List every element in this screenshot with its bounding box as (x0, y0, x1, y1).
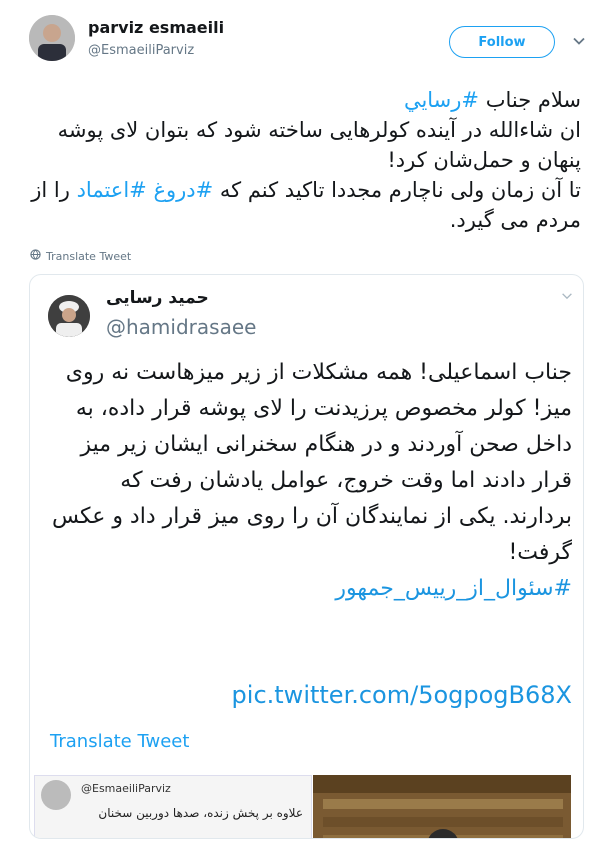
author-name[interactable]: parviz esmaeili (88, 18, 224, 37)
parliament-photo-image (313, 775, 571, 838)
tweet-line1: سلام جناب (479, 88, 581, 112)
hashtag-link[interactable]: #رسایي (404, 88, 479, 112)
media-thumbnail-photo[interactable] (313, 775, 571, 838)
chevron-down-icon[interactable] (560, 288, 574, 302)
globe-icon (30, 249, 41, 263)
author-avatar[interactable] (29, 15, 75, 61)
media-link[interactable]: pic.twitter.com/5ogpogB68X (50, 681, 572, 709)
quoted-body: جناب اسماعیلی! همه مشکلات از زیر میزهاست… (52, 360, 572, 565)
author-handle[interactable]: @EsmaeiliParviz (88, 43, 194, 58)
hashtag-link[interactable]: #دروغ (153, 178, 213, 202)
tweet-line2: ان شاءالله در آینده کولرهایی ساخته شود ک… (57, 118, 581, 172)
quoted-author-handle[interactable]: @hamidrasaee (106, 315, 256, 339)
thumbnail-avatar (41, 780, 71, 810)
quoted-tweet-text: جناب اسماعیلی! همه مشکلات از زیر میزهاست… (50, 355, 572, 607)
quoted-author-name[interactable]: حمید رسایی (106, 288, 209, 308)
chevron-down-icon[interactable] (571, 33, 587, 49)
tweet-line3: تا آن زمان ولی ناچارم مجددا تاکید کنم که (213, 178, 581, 202)
tweet-text: سلام جناب #رسایي ان شاءالله در آینده کول… (21, 85, 581, 235)
translate-tweet-link[interactable]: Translate Tweet (50, 731, 189, 752)
thumbnail-text: علاوه بر پخش زنده، صدها دوربین سخنان (98, 806, 303, 820)
hashtag-link[interactable]: #سئوال_از_رییس_جمهور (335, 576, 572, 601)
quoted-tweet[interactable]: حمید رسایی @hamidrasaee جناب اسماعیلی! ه… (29, 274, 584, 839)
media-thumbnail-screenshot[interactable]: @EsmaeiliParviz علاوه بر پخش زنده، صدها … (34, 775, 312, 838)
translate-label: Translate Tweet (46, 249, 132, 263)
hashtag-link[interactable]: #اعتماد (77, 178, 147, 202)
thumbnail-handle: @EsmaeiliParviz (81, 782, 171, 795)
follow-button[interactable]: Follow (449, 26, 555, 58)
translate-tweet-link[interactable]: Translate Tweet (30, 249, 131, 263)
quoted-avatar[interactable] (48, 295, 90, 337)
